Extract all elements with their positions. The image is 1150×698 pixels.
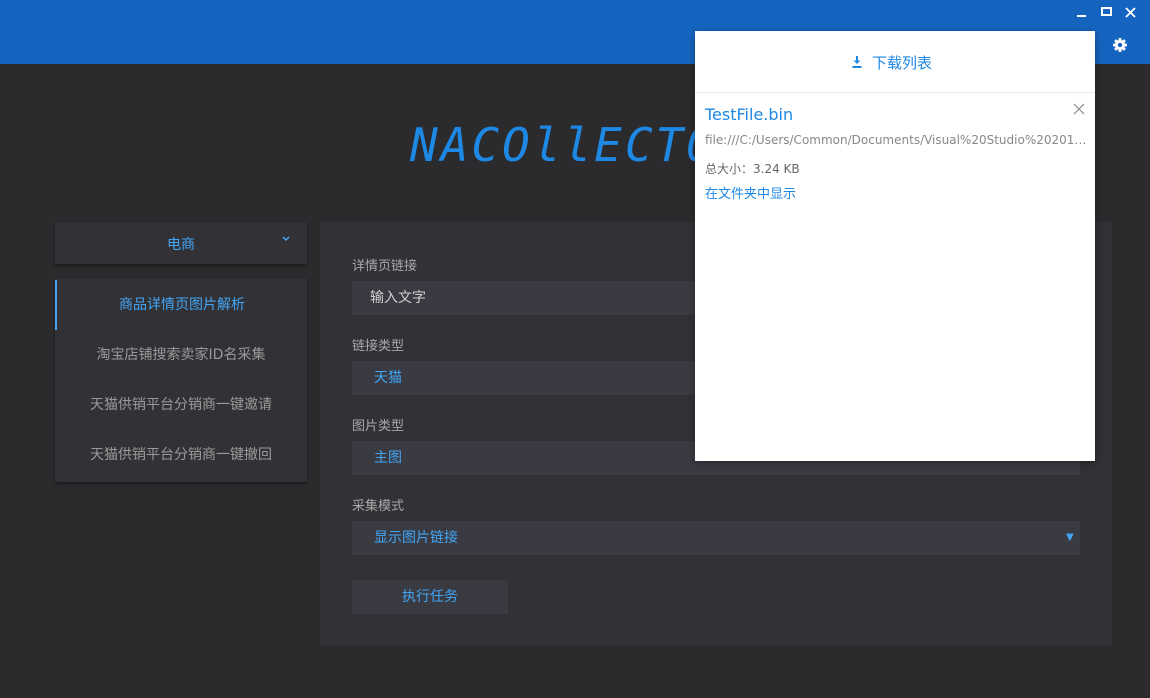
image-type-value: 主图 <box>374 450 402 466</box>
detail-link-label: 详情页链接 <box>352 259 418 274</box>
app-logo: NACOllECTO <box>410 118 717 172</box>
download-file-path: file:///C:/Users/Common/Documents/Visual… <box>705 133 1090 147</box>
collect-mode-value: 显示图片链接 <box>374 530 458 546</box>
link-type-label: 链接类型 <box>352 339 405 354</box>
caret-down-icon: ▼ <box>1066 532 1074 543</box>
gear-icon[interactable] <box>1110 35 1130 55</box>
category-label: 电商 <box>167 237 195 253</box>
category-select[interactable]: 电商 <box>55 222 307 264</box>
sidebar-item-taobao-seller-id[interactable]: 淘宝店铺搜索卖家ID名采集 <box>55 330 307 380</box>
run-task-button[interactable]: 执行任务 <box>352 580 508 614</box>
collect-mode-select[interactable]: 显示图片链接 ▼ <box>352 521 1080 555</box>
download-list-title: 下载列表 <box>872 54 933 72</box>
show-in-folder-link[interactable]: 在文件夹中显示 <box>705 183 796 202</box>
sidebar-item-detail-image-parse[interactable]: 商品详情页图片解析 <box>55 280 307 330</box>
download-file-name[interactable]: TestFile.bin <box>705 105 793 124</box>
detail-link-placeholder: 输入文字 <box>370 290 426 306</box>
maximize-icon[interactable] <box>1095 4 1117 22</box>
link-type-value: 天猫 <box>374 370 402 386</box>
download-list-popup: 下载列表 TestFile.bin file:///C:/Users/Commo… <box>695 31 1095 461</box>
minimize-icon[interactable] <box>1071 4 1093 22</box>
image-type-label: 图片类型 <box>352 419 405 434</box>
chevron-down-icon <box>281 233 291 247</box>
download-icon <box>850 55 864 69</box>
download-file-size: 总大小：3.24 KB <box>705 162 800 176</box>
sidebar-menu: 商品详情页图片解析 淘宝店铺搜索卖家ID名采集 天猫供销平台分销商一键邀请 天猫… <box>55 278 307 482</box>
close-icon[interactable] <box>1071 101 1087 117</box>
collect-mode-label: 采集模式 <box>352 499 405 514</box>
sidebar-item-tmall-invite[interactable]: 天猫供销平台分销商一键邀请 <box>55 380 307 430</box>
close-icon[interactable] <box>1120 4 1142 22</box>
download-list-header: 下载列表 <box>695 31 1095 93</box>
sidebar-item-tmall-revoke[interactable]: 天猫供销平台分销商一键撤回 <box>55 430 307 480</box>
